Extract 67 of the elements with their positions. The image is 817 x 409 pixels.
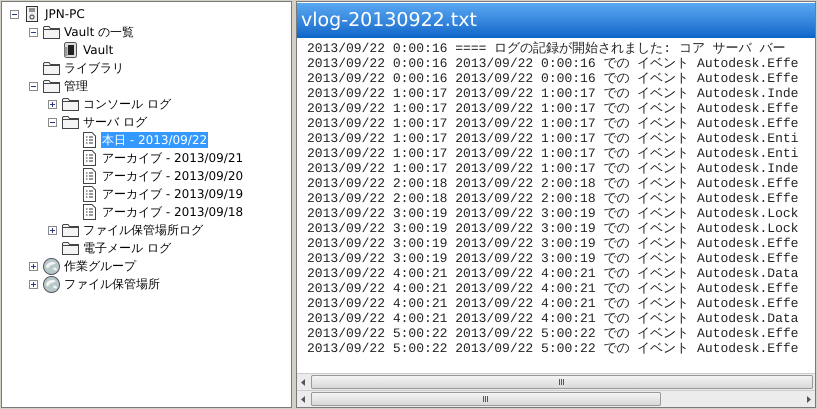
log-line: 2013/09/22 3:00:19 2013/09/22 3:00:19 での イベント Autodesk.Effe xyxy=(307,236,798,251)
collapse-icon[interactable] xyxy=(29,28,38,36)
document-icon xyxy=(82,204,96,220)
tree-item[interactable]: コンソール ログ xyxy=(82,96,172,112)
document-icon xyxy=(82,132,96,148)
log-line: 2013/09/22 5:00:22 2013/09/22 5:00:22 での イベント Autodesk.Effe xyxy=(307,341,798,356)
log-line: 2013/09/22 4:00:21 2013/09/22 4:00:21 での イベント Autodesk.Data xyxy=(307,311,798,326)
tree-item[interactable]: 作業グループ xyxy=(63,258,137,274)
folder-icon xyxy=(62,223,78,237)
folder-icon xyxy=(62,97,78,111)
document-icon xyxy=(82,150,96,166)
log-line: 2013/09/22 0:00:16 ==== ログの記録が開始されました: コア サーバ バー xyxy=(307,41,786,56)
expand-icon[interactable] xyxy=(29,280,38,288)
tree-item[interactable]: ファイル保管場所 xyxy=(63,276,161,292)
collapse-icon[interactable] xyxy=(10,10,19,18)
folder-icon xyxy=(42,25,60,39)
tree-item[interactable]: アーカイブ - 2013/09/18 xyxy=(101,204,244,220)
folder-icon xyxy=(42,79,60,93)
grip-icon xyxy=(483,396,489,402)
tree-item[interactable]: アーカイブ - 2013/09/20 xyxy=(101,168,244,184)
log-line: 2013/09/22 1:00:17 2013/09/22 1:00:17 での イベント Autodesk.Enti xyxy=(307,146,798,161)
tree-item[interactable]: 電子メール ログ xyxy=(82,240,172,256)
vault-icon xyxy=(62,42,78,58)
collapse-icon[interactable] xyxy=(29,82,38,90)
globe-icon xyxy=(42,258,60,274)
tree-item[interactable]: ファイル保管場所ログ xyxy=(82,222,204,238)
scroll-thumb[interactable] xyxy=(311,375,813,389)
expand-icon[interactable] xyxy=(29,262,38,270)
log-line: 2013/09/22 1:00:17 2013/09/22 1:00:17 での イベント Autodesk.Effe xyxy=(307,101,798,116)
log-line: 2013/09/22 3:00:19 2013/09/22 3:00:19 での イベント Autodesk.Effe xyxy=(307,251,798,266)
tree-item[interactable]: アーカイブ - 2013/09/21 xyxy=(101,150,244,166)
tree-item[interactable]: 管理 xyxy=(63,78,89,94)
collapse-icon[interactable] xyxy=(48,118,57,126)
log-line: 2013/09/22 5:00:22 2013/09/22 5:00:22 での イベント Autodesk.Effe xyxy=(307,326,798,341)
tree-item[interactable]: JPN-PC xyxy=(44,6,86,22)
folder-icon xyxy=(42,61,60,75)
log-line: 2013/09/22 2:00:18 2013/09/22 2:00:18 での イベント Autodesk.Effe xyxy=(307,191,798,206)
globe-icon xyxy=(42,276,60,292)
log-line: 2013/09/22 2:00:18 2013/09/22 2:00:18 での イベント Autodesk.Effe xyxy=(307,176,798,191)
scroll-thumb[interactable] xyxy=(311,392,661,406)
log-line: 2013/09/22 4:00:21 2013/09/22 4:00:21 での イベント Autodesk.Data xyxy=(307,266,798,281)
computer-icon xyxy=(26,6,38,22)
document-icon xyxy=(82,186,96,202)
file-title: vlog-20130922.txt xyxy=(301,11,477,30)
horizontal-scrollbar[interactable] xyxy=(297,390,815,407)
log-line: 2013/09/22 0:00:16 2013/09/22 0:00:16 での イベント Autodesk.Effe xyxy=(307,71,798,86)
folder-icon xyxy=(62,241,78,255)
tree-item[interactable]: サーバ ログ xyxy=(82,114,148,130)
log-line: 2013/09/22 1:00:17 2013/09/22 1:00:17 での イベント Autodesk.Inde xyxy=(307,161,798,176)
log-line: 2013/09/22 0:00:16 2013/09/22 0:00:16 での イベント Autodesk.Effe xyxy=(307,56,798,71)
log-line: 2013/09/22 1:00:17 2013/09/22 1:00:17 での イベント Autodesk.Effe xyxy=(307,116,798,131)
document-icon xyxy=(82,168,96,184)
tree-item[interactable]: アーカイブ - 2013/09/19 xyxy=(101,186,244,202)
log-line: 2013/09/22 4:00:21 2013/09/22 4:00:21 での イベント Autodesk.Effe xyxy=(307,296,798,311)
tree-item[interactable]: Vault の一覧 xyxy=(63,24,136,40)
log-line: 2013/09/22 1:00:17 2013/09/22 1:00:17 での イベント Autodesk.Inde xyxy=(307,86,798,101)
log-line: 2013/09/22 4:00:21 2013/09/22 4:00:21 での イベント Autodesk.Effe xyxy=(307,281,798,296)
expand-icon[interactable] xyxy=(48,100,57,108)
folder-icon xyxy=(62,115,78,129)
grip-icon xyxy=(559,379,565,385)
horizontal-scrollbar[interactable] xyxy=(297,373,815,390)
expand-icon[interactable] xyxy=(48,226,57,234)
log-line: 2013/09/22 1:00:17 2013/09/22 1:00:17 での イベント Autodesk.Enti xyxy=(307,131,798,146)
log-line: 2013/09/22 3:00:19 2013/09/22 3:00:19 での イベント Autodesk.Lock xyxy=(307,206,798,221)
tree-item[interactable]: Vault xyxy=(82,42,114,58)
tree-item[interactable]: ライブラリ xyxy=(63,60,125,76)
log-line: 2013/09/22 3:00:19 2013/09/22 3:00:19 での イベント Autodesk.Lock xyxy=(307,221,798,236)
